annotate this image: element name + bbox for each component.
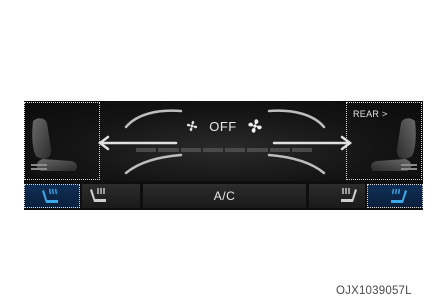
fan-status-text: OFF (209, 118, 237, 134)
passenger-seat-heat-button[interactable] (367, 184, 423, 208)
figure-code: OJX1039057L (336, 285, 412, 297)
ac-button[interactable]: A/C (143, 184, 306, 208)
fan-level-segment (136, 148, 157, 152)
climate-button-row: A/C (24, 184, 423, 208)
driver-seat-zone[interactable] (24, 102, 100, 180)
rear-climate-button[interactable]: REAR > (353, 107, 393, 121)
airflow-left-icon (97, 109, 183, 175)
ventilated-seat-icon (90, 188, 106, 202)
airflow-right-icon (267, 109, 353, 175)
fan-high-icon (248, 119, 262, 133)
climate-control-panel: OFF REAR > A/C (24, 101, 423, 210)
fan-level-segment (225, 148, 246, 152)
fan-level-segment (202, 148, 223, 152)
heated-seat-icon (391, 188, 407, 203)
driver-seat-vent-button[interactable] (82, 184, 140, 208)
ventilated-seat-icon (341, 188, 357, 202)
fan-low-icon (187, 120, 198, 132)
passenger-seat-vent-button[interactable] (309, 184, 365, 208)
driver-seat-icon (31, 118, 78, 171)
fan-speed-display[interactable]: OFF (174, 116, 274, 136)
climate-display-area: OFF REAR > (24, 101, 423, 181)
fan-level-segment (180, 148, 201, 152)
heated-seat-icon (42, 188, 58, 203)
fan-level-segment (158, 148, 179, 152)
driver-seat-heat-button[interactable] (24, 184, 80, 208)
